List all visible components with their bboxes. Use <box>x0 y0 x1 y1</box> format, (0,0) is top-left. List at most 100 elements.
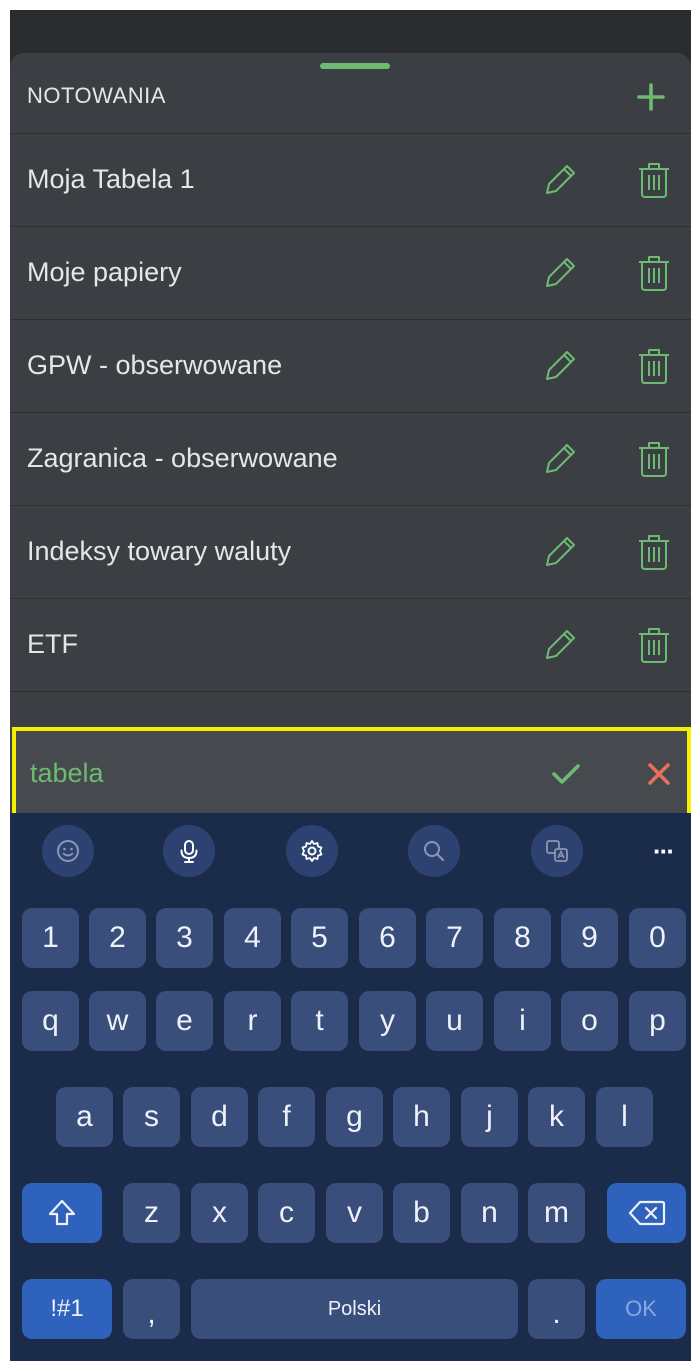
table-name: Moja Tabela 1 <box>27 164 195 194</box>
ok-key[interactable]: OK <box>596 1279 686 1339</box>
key-n[interactable]: n <box>461 1183 518 1243</box>
confirm-button[interactable] <box>538 746 594 802</box>
edit-button[interactable] <box>532 617 588 673</box>
table-row[interactable]: Moje papiery <box>10 227 691 320</box>
pencil-icon <box>546 630 575 659</box>
key-z[interactable]: z <box>123 1183 180 1243</box>
trash-icon <box>639 442 669 477</box>
trash-icon <box>639 163 669 198</box>
microphone-icon <box>180 840 198 863</box>
key-s[interactable]: s <box>123 1087 180 1147</box>
key-l[interactable]: l <box>596 1087 653 1147</box>
table-name: Zagranica - obserwowane <box>27 443 338 473</box>
gear-icon <box>301 840 323 862</box>
key-w[interactable]: w <box>89 991 146 1051</box>
key-5[interactable]: 5 <box>291 908 348 968</box>
on-screen-keyboard: ··· 1 2 3 4 5 6 7 8 9 0 q w e r t y u i … <box>10 813 691 1361</box>
key-e[interactable]: e <box>156 991 213 1051</box>
sheet-title: NOTOWANIA <box>27 83 166 108</box>
watchlists-sheet: NOTOWANIA Moja Tabela 1 Moje papiery GPW… <box>10 53 691 813</box>
phone-screen: NOTOWANIA Moja Tabela 1 Moje papiery GPW… <box>10 10 691 1361</box>
key-a[interactable]: a <box>56 1087 113 1147</box>
key-h[interactable]: h <box>393 1087 450 1147</box>
delete-button[interactable] <box>626 338 682 394</box>
key-r[interactable]: r <box>224 991 281 1051</box>
keyboard-search-button[interactable] <box>408 825 460 877</box>
table-name: ETF <box>27 629 78 659</box>
key-q[interactable]: q <box>22 991 79 1051</box>
key-f[interactable]: f <box>258 1087 315 1147</box>
edit-button[interactable] <box>532 431 588 487</box>
delete-button[interactable] <box>626 524 682 580</box>
keyboard-toolbar: ··· <box>10 813 691 889</box>
key-d[interactable]: d <box>191 1087 248 1147</box>
cancel-button[interactable] <box>631 746 687 802</box>
table-row[interactable]: Indeksy towary waluty <box>10 506 691 599</box>
key-8[interactable]: 8 <box>494 908 551 968</box>
table-row[interactable]: Moja Tabela 1 <box>10 134 691 227</box>
shift-key[interactable] <box>22 1183 102 1243</box>
trash-icon <box>639 349 669 384</box>
key-x[interactable]: x <box>191 1183 248 1243</box>
delete-button[interactable] <box>626 152 682 208</box>
more-options-button[interactable]: ··· <box>638 825 688 877</box>
key-9[interactable]: 9 <box>561 908 618 968</box>
table-row[interactable]: ETF <box>10 599 691 692</box>
add-table-button[interactable] <box>623 69 679 125</box>
table-name-input[interactable] <box>30 753 500 793</box>
key-0[interactable]: 0 <box>629 908 686 968</box>
pencil-icon <box>546 444 575 473</box>
key-2[interactable]: 2 <box>89 908 146 968</box>
shift-icon <box>48 1199 76 1226</box>
pencil-icon <box>546 351 575 380</box>
table-name: GPW - obserwowane <box>27 350 283 380</box>
key-p[interactable]: p <box>629 991 686 1051</box>
translate-button[interactable] <box>531 825 583 877</box>
checkmark-icon <box>552 764 580 784</box>
translate-icon <box>546 840 568 862</box>
voice-input-button[interactable] <box>163 825 215 877</box>
trash-icon <box>639 628 669 663</box>
emoji-icon <box>57 840 79 862</box>
key-b[interactable]: b <box>393 1183 450 1243</box>
symbols-key[interactable]: !#1 <box>22 1279 112 1339</box>
sheet-header: NOTOWANIA <box>10 53 691 134</box>
key-3[interactable]: 3 <box>156 908 213 968</box>
key-k[interactable]: k <box>528 1087 585 1147</box>
key-t[interactable]: t <box>291 991 348 1051</box>
search-icon <box>424 841 445 862</box>
table-name: Indeksy towary waluty <box>27 536 292 566</box>
table-row[interactable]: Zagranica - obserwowane <box>10 413 691 506</box>
comma-key[interactable]: , <box>123 1279 180 1339</box>
key-c[interactable]: c <box>258 1183 315 1243</box>
pencil-icon <box>546 537 575 566</box>
key-g[interactable]: g <box>326 1087 383 1147</box>
key-o[interactable]: o <box>561 991 618 1051</box>
delete-button[interactable] <box>626 617 682 673</box>
key-y[interactable]: y <box>359 991 416 1051</box>
table-row[interactable]: GPW - obserwowane <box>10 320 691 413</box>
keyboard-settings-button[interactable] <box>286 825 338 877</box>
key-m[interactable]: m <box>528 1183 585 1243</box>
delete-button[interactable] <box>626 245 682 301</box>
backspace-key[interactable] <box>607 1183 686 1243</box>
space-key[interactable]: Polski <box>191 1279 518 1339</box>
emoji-button[interactable] <box>42 825 94 877</box>
period-key[interactable]: . <box>528 1279 585 1339</box>
key-j[interactable]: j <box>461 1087 518 1147</box>
edit-button[interactable] <box>532 524 588 580</box>
key-i[interactable]: i <box>494 991 551 1051</box>
edit-button[interactable] <box>532 338 588 394</box>
delete-button[interactable] <box>626 431 682 487</box>
key-7[interactable]: 7 <box>426 908 483 968</box>
table-name: Moje papiery <box>27 257 182 287</box>
key-v[interactable]: v <box>326 1183 383 1243</box>
key-1[interactable]: 1 <box>22 908 79 968</box>
key-u[interactable]: u <box>426 991 483 1051</box>
edit-button[interactable] <box>532 245 588 301</box>
plus-icon <box>637 83 665 111</box>
key-4[interactable]: 4 <box>224 908 281 968</box>
edit-button[interactable] <box>532 152 588 208</box>
key-6[interactable]: 6 <box>359 908 416 968</box>
pencil-icon <box>546 258 575 287</box>
